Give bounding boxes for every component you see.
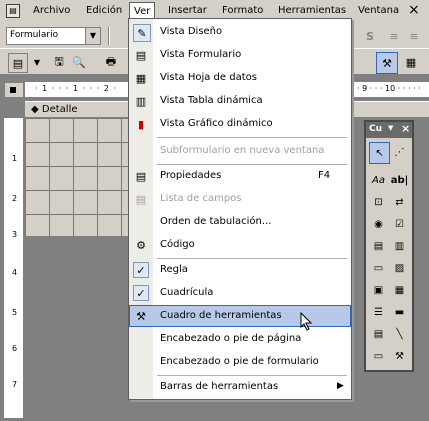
line-icon[interactable]: ╲ [390,324,409,344]
mouse-cursor-icon [300,311,316,332]
object-combo[interactable]: Formulario ▼ [6,27,101,45]
align-center-icon[interactable]: ≡ [405,27,423,45]
toolbox-title: Cu [369,124,383,134]
bold-icon[interactable]: S [361,27,379,45]
option-button-icon[interactable]: ◉ [369,214,388,234]
tab-control-icon[interactable]: ▬ [390,302,409,322]
menu-archivo[interactable]: Archivo [33,5,70,16]
arrow-down-icon: ◆ [31,104,39,115]
chevron-down-icon[interactable]: ▼ [85,28,100,44]
checkbox-icon[interactable]: ☑ [390,214,409,234]
datasheet-view-icon: ▦ [135,71,147,85]
menu-item-regla[interactable]: ✓ Regla [129,259,351,281]
control-wizards-icon[interactable]: ⋰ [390,142,409,162]
select-objects-icon[interactable]: ↖ [369,142,390,164]
menu-edicion[interactable]: Edición [86,5,122,16]
menu-herramientas[interactable]: Herramientas [278,5,346,16]
menu-item-encabezado-pagina[interactable]: Encabezado o pie de página [129,328,351,350]
view-icon[interactable]: ▤ [8,53,28,73]
page-break-icon[interactable]: ☰ [369,302,388,322]
form-view-icon: ▤ [135,48,147,62]
ruler-marks: · 9 · · · 10 · · · · · [357,84,421,93]
detail-section-label: ◆ Detalle [31,104,78,115]
toolbar-separator [108,27,110,45]
pivot-table-icon: ▥ [135,94,147,108]
menu-item-cuadro-herramientas[interactable]: ⚒ Cuadro de herramientas [129,305,351,327]
menu-item-lista-campos: ▤ Lista de campos [129,188,351,210]
ruler-corner [4,82,24,98]
menu-item-codigo[interactable]: ⚙ Código [129,234,351,256]
image-icon[interactable]: ▨ [390,258,409,278]
menu-ventana[interactable]: Ventana [358,5,399,16]
object-combo-value: Formulario [10,30,59,40]
submenu-arrow-icon: ▶ [337,381,344,391]
toggle-button-icon[interactable]: ⇄ [390,192,409,212]
bound-object-icon[interactable]: ▦ [390,280,409,300]
menu-item-vista-tabla-dinamica[interactable]: ▥ Vista Tabla dinámica [129,90,351,112]
menu-item-vista-hoja-datos[interactable]: ▦ Vista Hoja de datos [129,67,351,89]
search-icon[interactable]: 🔍 [70,53,88,71]
toolbox-icon: ⚒ [136,309,146,323]
menu-item-encabezado-formulario[interactable]: Encabezado o pie de formulario [129,351,351,373]
menu-item-orden-tabulacion[interactable]: Orden de tabulación... [129,211,351,233]
chevron-down-icon[interactable]: ▼ [28,53,46,71]
toolbox-title-bar[interactable]: Cu ▼ × [366,122,412,138]
app-icon[interactable]: ▤ [6,4,20,18]
option-group-icon[interactable]: ⊡ [369,192,388,212]
autoformat-icon[interactable]: ▦ [402,53,420,71]
check-icon: ✓ [133,285,149,301]
close-icon[interactable]: × [408,2,420,18]
menu-item-barras-herramientas[interactable]: Barras de herramientas ▶ [129,376,351,398]
textbox-icon[interactable]: ab| [390,170,409,190]
unbound-object-icon[interactable]: ▣ [369,280,388,300]
label-icon[interactable]: Aa [369,170,388,190]
menu-item-vista-formulario[interactable]: ▤ Vista Formulario [129,44,351,66]
menu-separator [157,137,347,138]
print-icon[interactable]: 🖶 [102,53,120,71]
pivot-chart-icon: ▮ [137,117,145,131]
toolbox-window[interactable]: Cu ▼ × ↖ ⋰ Aa ab| ⊡ ⇄ ◉ ☑ ▤ ▥ ▭ ▨ ▣ ▦ ☰ … [364,120,414,372]
menu-item-cuadricula[interactable]: ✓ Cuadrícula [129,282,351,304]
rectangle-icon[interactable]: ▭ [369,346,388,366]
menu-item-propiedades[interactable]: ▤ Propiedades F4 [129,165,351,187]
save-icon[interactable]: 🖫 [50,53,68,71]
field-list-icon: ▤ [135,192,147,206]
code-icon: ⚙ [136,238,146,252]
menu-insertar[interactable]: Insertar [168,5,207,16]
align-left-icon[interactable]: ≡ [385,27,403,45]
menu-formato[interactable]: Formato [222,5,263,16]
chevron-down-icon[interactable]: ▼ [388,124,393,132]
design-grid[interactable] [25,118,128,236]
view-menu-dropdown: ✎ Vista Diseño ▤ Vista Formulario ▦ Vist… [128,18,352,400]
menu-item-vista-grafico-dinamico[interactable]: ▮ Vista Gráfico dinámico [129,113,351,135]
menu-item-vista-diseno[interactable]: ✎ Vista Diseño [129,21,351,43]
toolbox-icon[interactable]: ⚒ [376,52,398,74]
vertical-ruler: 1 2 3 4 5 6 7 [4,118,24,418]
list-box-icon[interactable]: ▥ [390,236,409,256]
more-controls-icon[interactable]: ⚒ [390,346,409,366]
command-button-icon[interactable]: ▭ [369,258,388,278]
menu-item-subformulario: Subformulario en nueva ventana [160,145,325,156]
combo-box-icon[interactable]: ▤ [369,236,388,256]
subform-icon[interactable]: ▤ [369,324,388,344]
design-view-icon: ✎ [133,24,151,42]
toolbox-close-icon[interactable]: × [401,122,410,135]
properties-icon: ▤ [135,169,147,183]
check-icon: ✓ [133,262,149,278]
